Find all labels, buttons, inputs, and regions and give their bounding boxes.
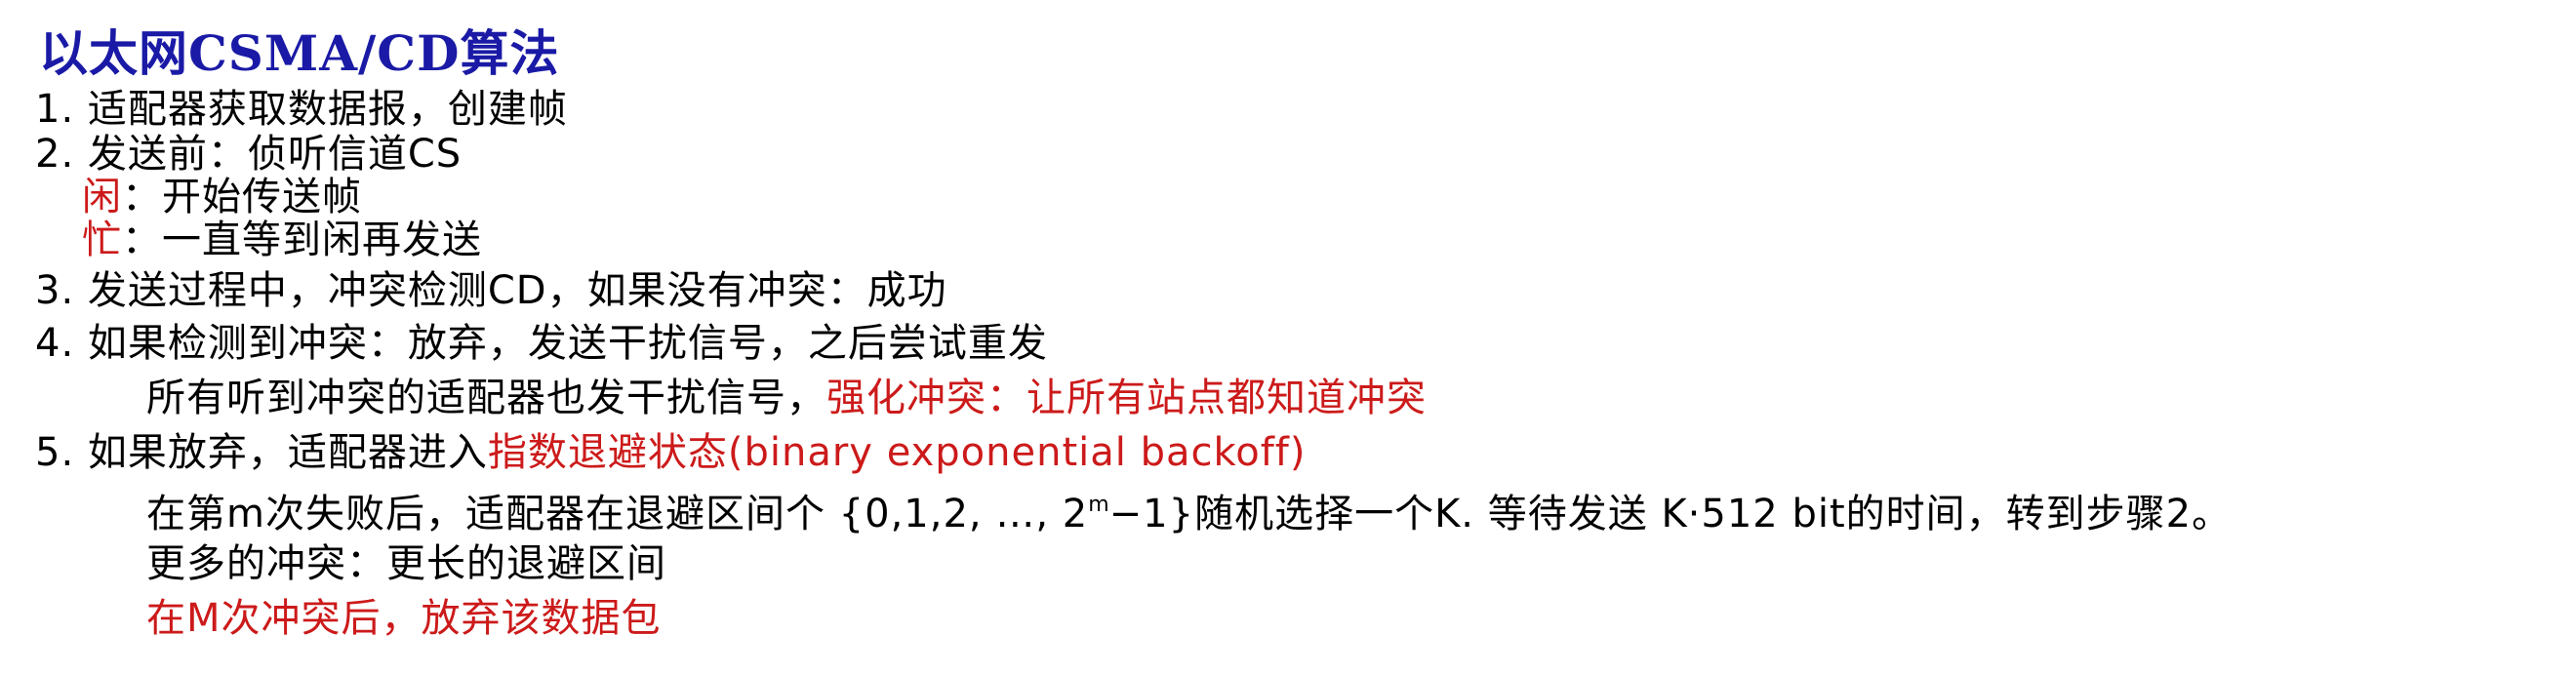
step-5-highlight: 指数退避状态(binary exponential backoff): [487, 430, 1307, 475]
step-4-detail-highlight: 强化冲突：让所有站点都知道冲突: [826, 376, 1427, 420]
idle-description: ：开始传送帧: [122, 175, 362, 219]
step-5-detail-3: 在M次冲突后，放弃该数据包: [146, 596, 662, 641]
step-5: 5. 如果放弃，适配器进入指数退避状态(binary exponential b…: [35, 431, 1306, 474]
step-5-detail-2: 更多的冲突：更长的退避区间: [146, 541, 666, 586]
step-5-prefix: 5. 如果放弃，适配器进入: [35, 430, 488, 475]
step-4: 4. 如果检测到冲突：放弃，发送干扰信号，之后尝试重发: [35, 321, 1048, 366]
step-5-detail-1-before: 在第m次失败后，适配器在退避区间个 {0,1,2, …, 2: [146, 492, 1089, 536]
step-2: 2. 发送前：侦听信道CS: [35, 132, 463, 177]
step-1: 1. 适配器获取数据报，创建帧: [35, 87, 568, 132]
step-3: 3. 发送过程中，冲突检测CD，如果没有冲突：成功: [35, 268, 947, 313]
step-5-detail-1-after: −1}随机选择一个K. 等待发送 K·512 bit的时间，转到步骤2。: [1108, 492, 2233, 536]
busy-term: 忙: [82, 218, 122, 262]
step-5-detail-1: 在第m次失败后，适配器在退避区间个 {0,1,2, …, 2m−1}随机选择一个…: [146, 484, 2232, 536]
busy-description: ：一直等到闲再发送: [122, 218, 482, 262]
busy-line: 忙：一直等到闲再发送: [82, 218, 482, 261]
slide-page: 以太网CSMA/CD算法 1. 适配器获取数据报，创建帧 2. 发送前：侦听信道…: [0, 0, 2576, 675]
step-4-detail: 所有听到冲突的适配器也发干扰信号，强化冲突：让所有站点都知道冲突: [146, 377, 1427, 419]
exponent-m: m: [1088, 493, 1109, 517]
page-title: 以太网CSMA/CD算法: [39, 24, 560, 82]
step-4-detail-text: 所有听到冲突的适配器也发干扰信号，: [146, 376, 826, 420]
idle-line: 闲：开始传送帧: [82, 176, 362, 218]
idle-term: 闲: [82, 175, 122, 219]
